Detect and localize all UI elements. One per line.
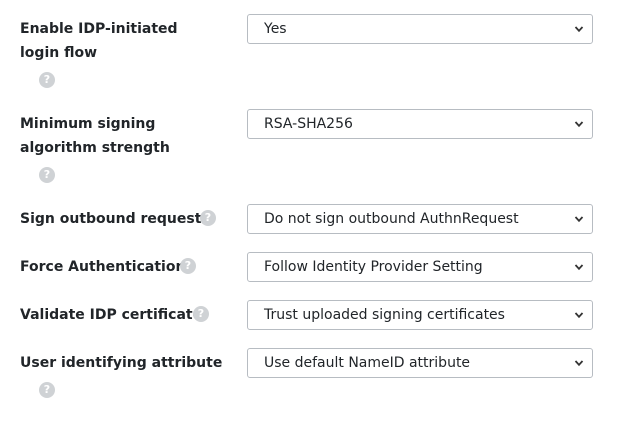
sign-outbound-select[interactable]: Do not sign outbound AuthnRequest [247, 204, 593, 234]
select-value: Follow Identity Provider Setting [264, 259, 483, 275]
question-circle-icon[interactable]: ? [193, 306, 209, 322]
question-circle-icon[interactable]: ? [180, 258, 196, 274]
question-circle-icon[interactable]: ? [39, 382, 55, 398]
question-circle-icon[interactable]: ? [39, 72, 55, 88]
validate-idp-certificate-label: Validate IDP certificate [20, 307, 203, 323]
select-value: Trust uploaded signing certificates [264, 307, 505, 323]
force-authentication-select[interactable]: Follow Identity Provider Setting [247, 252, 593, 282]
select-value: Use default NameID attribute [264, 355, 471, 371]
select-value: Yes [264, 21, 287, 37]
user-identifying-attribute-label: User identifying attribute [20, 355, 223, 371]
idp-initiated-login-select[interactable]: Yes [247, 14, 593, 44]
chevron-down-icon [574, 121, 584, 128]
question-circle-icon[interactable]: ? [200, 210, 216, 226]
chevron-down-icon [574, 360, 584, 367]
select-value: RSA-SHA256 [264, 116, 353, 132]
question-circle-icon[interactable]: ? [39, 167, 55, 183]
signing-algorithm-label: Minimum signing algorithm strength [20, 116, 170, 156]
force-authentication-label: Force Authentication [20, 259, 186, 275]
sign-outbound-label: Sign outbound requests [20, 211, 210, 227]
user-identifying-attribute-select[interactable]: Use default NameID attribute [247, 348, 593, 378]
chevron-down-icon [574, 264, 584, 271]
select-value: Do not sign outbound AuthnRequest [264, 211, 519, 227]
chevron-down-icon [574, 312, 584, 319]
chevron-down-icon [574, 216, 584, 223]
validate-idp-certificate-select[interactable]: Trust uploaded signing certificates [247, 300, 593, 330]
signing-algorithm-select[interactable]: RSA-SHA256 [247, 109, 593, 139]
chevron-down-icon [574, 26, 584, 33]
idp-initiated-login-label: Enable IDP-initiated login flow [20, 21, 178, 61]
